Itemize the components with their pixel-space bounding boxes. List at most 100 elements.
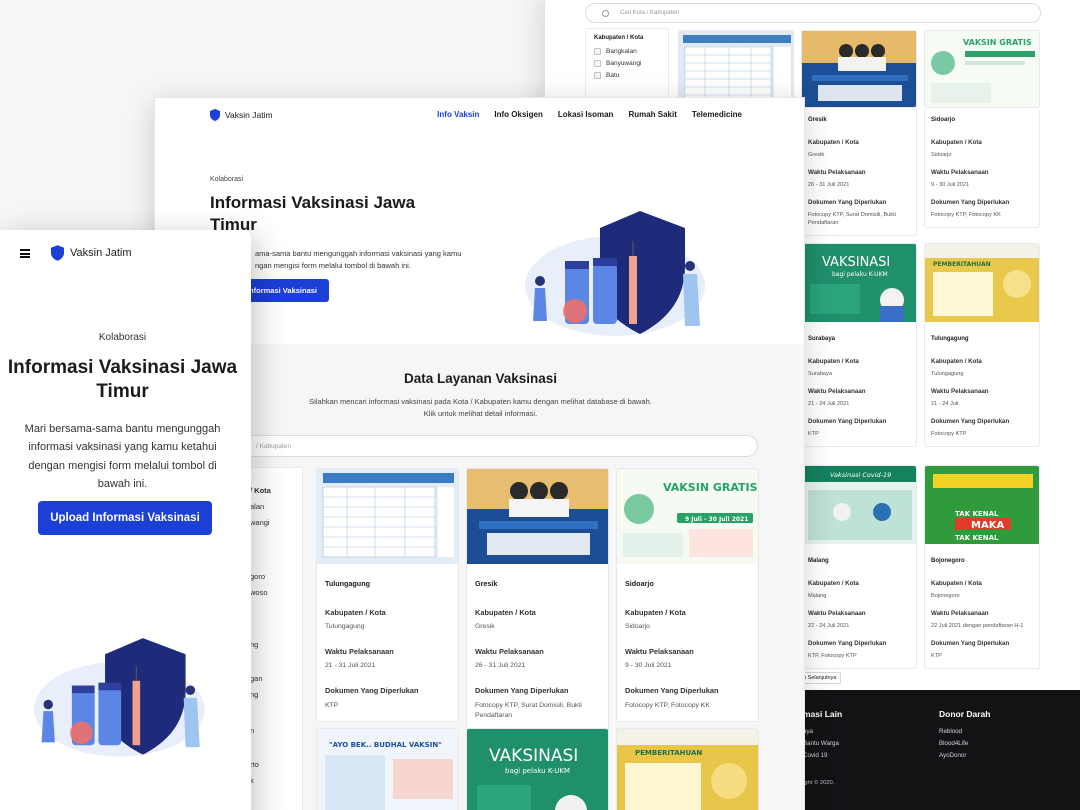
section-desc: Silahkan mencari informasi vaksinasi pad…: [309, 397, 652, 418]
vaccine-card[interactable]: Tulungagung Kabupaten / Kota Tulungagung…: [316, 468, 459, 722]
vaccine-card[interactable]: PEMBERITAHUAN: [616, 728, 759, 810]
card-value: Fotocopy KTP, Surat Domisili, Bukti Pend…: [475, 701, 582, 719]
card-label: Kabupaten / Kota: [808, 579, 859, 587]
card-label: Waktu Pelaksanaan: [475, 647, 544, 657]
data-section: Data Layanan Vaksinasi Silahkan mencari …: [155, 344, 804, 810]
hero-title: Informasi Vaksinasi Jawa Timur: [7, 357, 238, 402]
poster-text: "AYO BEK.. BUDHAL VAKSIN": [329, 741, 442, 749]
nav-item-lokasi-isoman[interactable]: Lokasi Isoman: [558, 110, 614, 119]
card-label: Dokumen Yang Diperlukan: [325, 686, 419, 696]
vaccine-card[interactable]: VAKSINASI bagi pelaku K-UKM Surabaya Kab…: [801, 243, 917, 447]
brand[interactable]: Vaksin Jatim: [51, 245, 132, 261]
card-city: Malang: [808, 558, 829, 564]
card-label: Waktu Pelaksanaan: [808, 168, 866, 176]
vaccine-card[interactable]: TAK KENAL MAKA TAK KENAL Bojonegoro Kabu…: [924, 465, 1040, 669]
card-label: Waktu Pelaksanaan: [808, 387, 866, 395]
upload-button[interactable]: Upload Informasi Vaksinasi: [38, 501, 212, 535]
poster-text: TAK KENAL: [955, 510, 999, 518]
filter-item[interactable]: Banyuwangi: [594, 60, 660, 67]
filter-item[interactable]: Batu: [594, 72, 660, 79]
card-label: Waktu Pelaksanaan: [931, 168, 989, 176]
vaccine-card-detail[interactable]: Gresik Kabupaten / Kota Gresik Waktu Pel…: [801, 108, 917, 237]
vaccine-card[interactable]: Gresik Kabupaten / Kota Gresik Waktu Pel…: [466, 468, 609, 732]
card-city: Bojonegoro: [931, 558, 965, 564]
checkbox[interactable]: [594, 60, 601, 67]
vaccine-card[interactable]: VAKSIN GRATIS 9 Juli - 30 Juli 2021 Sido…: [616, 468, 759, 722]
card-label: Kabupaten / Kota: [625, 607, 686, 617]
vaccine-card[interactable]: VAKSINASI bagi pelaku K-UKM: [466, 728, 609, 810]
filter-item[interactable]: ng: [250, 690, 258, 699]
vaccine-illustration: [34, 638, 205, 757]
shield-logo-icon: [210, 109, 220, 121]
brand-name: Vaksin Jatim: [225, 110, 273, 120]
footer-link[interactable]: Bantu Warga: [803, 738, 842, 750]
card-label: Dokumen Yang Diperlukan: [475, 686, 569, 696]
card-value: Fotocopy KTP, Fotocopy KK: [931, 211, 1001, 218]
card-label: Waktu Pelaksanaan: [325, 647, 394, 657]
card-label: Dokumen Yang Diperlukan: [808, 639, 887, 647]
card-city: Sidoarjo: [931, 117, 956, 123]
poster-image: "AYO BEK.. BUDHAL VAKSIN": [317, 729, 458, 810]
search-input[interactable]: / Kabupaten: [237, 435, 758, 457]
search-input[interactable]: Cari Kota / Kabupaten: [585, 3, 1041, 23]
nav-item-info-oksigen[interactable]: Info Oksigen: [494, 110, 542, 119]
vaccine-card[interactable]: Vaksinasi Covid-19 Malang Kabupaten / Ko…: [801, 465, 917, 669]
poster-image: VAKSINASI bagi pelaku K-UKM: [802, 244, 916, 322]
nav-item-telemedicine[interactable]: Telemedicine: [692, 110, 742, 119]
card-value: KTP, Fotocopy KTP: [808, 652, 857, 659]
footer-link[interactable]: aya: [803, 726, 842, 738]
vaccine-card[interactable]: [801, 30, 917, 108]
footer-col-donor: Donor Darah Reblood Blood4Life AyoDonor: [939, 706, 990, 761]
filter-item[interactable]: alan: [250, 502, 264, 511]
hero-kicker: Kolaborasi: [98, 332, 147, 343]
filter-panel: Kabupaten / Kota Bangkalan Banyuwangi Ba…: [585, 28, 669, 98]
hero-kicker: Kolaborasi: [210, 176, 244, 183]
poster-text: MAKA: [971, 520, 1004, 531]
poster-image: VAKSINASI bagi pelaku K-UKM: [467, 729, 608, 810]
poster-image: VAKSIN GRATIS: [925, 31, 1039, 107]
card-label: Kabupaten / Kota: [931, 579, 982, 587]
filter-item[interactable]: gan: [250, 674, 263, 683]
card-label: Kabupaten / Kota: [931, 138, 982, 146]
poster-text: VAKSINASI: [822, 255, 890, 270]
footer-link[interactable]: Blood4Life: [939, 738, 990, 750]
brand[interactable]: Vaksin Jatim: [210, 109, 273, 121]
nav-item-info-vaksin[interactable]: Info Vaksin: [437, 110, 479, 119]
card-city: Gresik: [808, 117, 827, 123]
nav-item-rumah-sakit[interactable]: Rumah Sakit: [628, 110, 676, 119]
vaccine-card[interactable]: PEMBERITAHUAN Tulungagung Kabupaten / Ko…: [924, 243, 1040, 447]
filter-item[interactable]: rto: [250, 760, 259, 769]
vaccine-card[interactable]: VAKSIN GRATIS: [924, 30, 1040, 108]
vaccine-card[interactable]: "AYO BEK.. BUDHAL VAKSIN": [316, 728, 459, 810]
card-city: Tulungagung: [325, 579, 370, 588]
checkbox[interactable]: [594, 72, 601, 79]
card-value: Sidoarjo: [931, 151, 952, 158]
card-label: Dokumen Yang Diperlukan: [808, 198, 887, 206]
card-label: Kabupaten / Kota: [931, 357, 982, 365]
card-value: Tulungagung: [325, 622, 365, 630]
poster-image: PEMBERITAHUAN: [617, 729, 758, 810]
card-value: Fotocopy KTP: [931, 430, 967, 437]
filter-item[interactable]: woso: [250, 588, 268, 597]
footer-link[interactable]: Covid 19: [803, 750, 842, 762]
card-label: Waktu Pelaksanaan: [931, 387, 989, 395]
card-label: Kabupaten / Kota: [808, 138, 859, 146]
poster-text: bagi pelaku K-UKM: [832, 271, 888, 278]
search-placeholder: Cari Kota / Kabupaten: [620, 10, 680, 16]
card-label: Waktu Pelaksanaan: [808, 609, 866, 617]
card-value: 22 Juli 2021 dengan pendaftaran H-1: [931, 622, 1024, 629]
footer-link[interactable]: Reblood: [939, 726, 990, 738]
filter-item[interactable]: goro: [250, 572, 265, 581]
checkbox[interactable]: [594, 48, 601, 55]
hamburger-menu-icon[interactable]: [20, 249, 30, 258]
vaccine-card-detail[interactable]: Sidoarjo Kabupaten / Kota Sidoarjo Waktu…: [924, 108, 1040, 228]
poster-image: VAKSIN GRATIS 9 Juli - 30 Juli 2021: [617, 469, 758, 564]
card-value: 21 - 24 Juli: [931, 400, 959, 407]
filter-item[interactable]: ng: [250, 640, 258, 649]
card-city: Surabaya: [808, 336, 836, 342]
card-value: 9 - 30 Juli 2021: [931, 181, 970, 188]
filter-item[interactable]: Bangkalan: [594, 48, 660, 55]
card-city: Gresik: [475, 579, 498, 588]
footer-link[interactable]: AyoDonor: [939, 750, 990, 762]
filter-item[interactable]: wangi: [250, 518, 270, 527]
